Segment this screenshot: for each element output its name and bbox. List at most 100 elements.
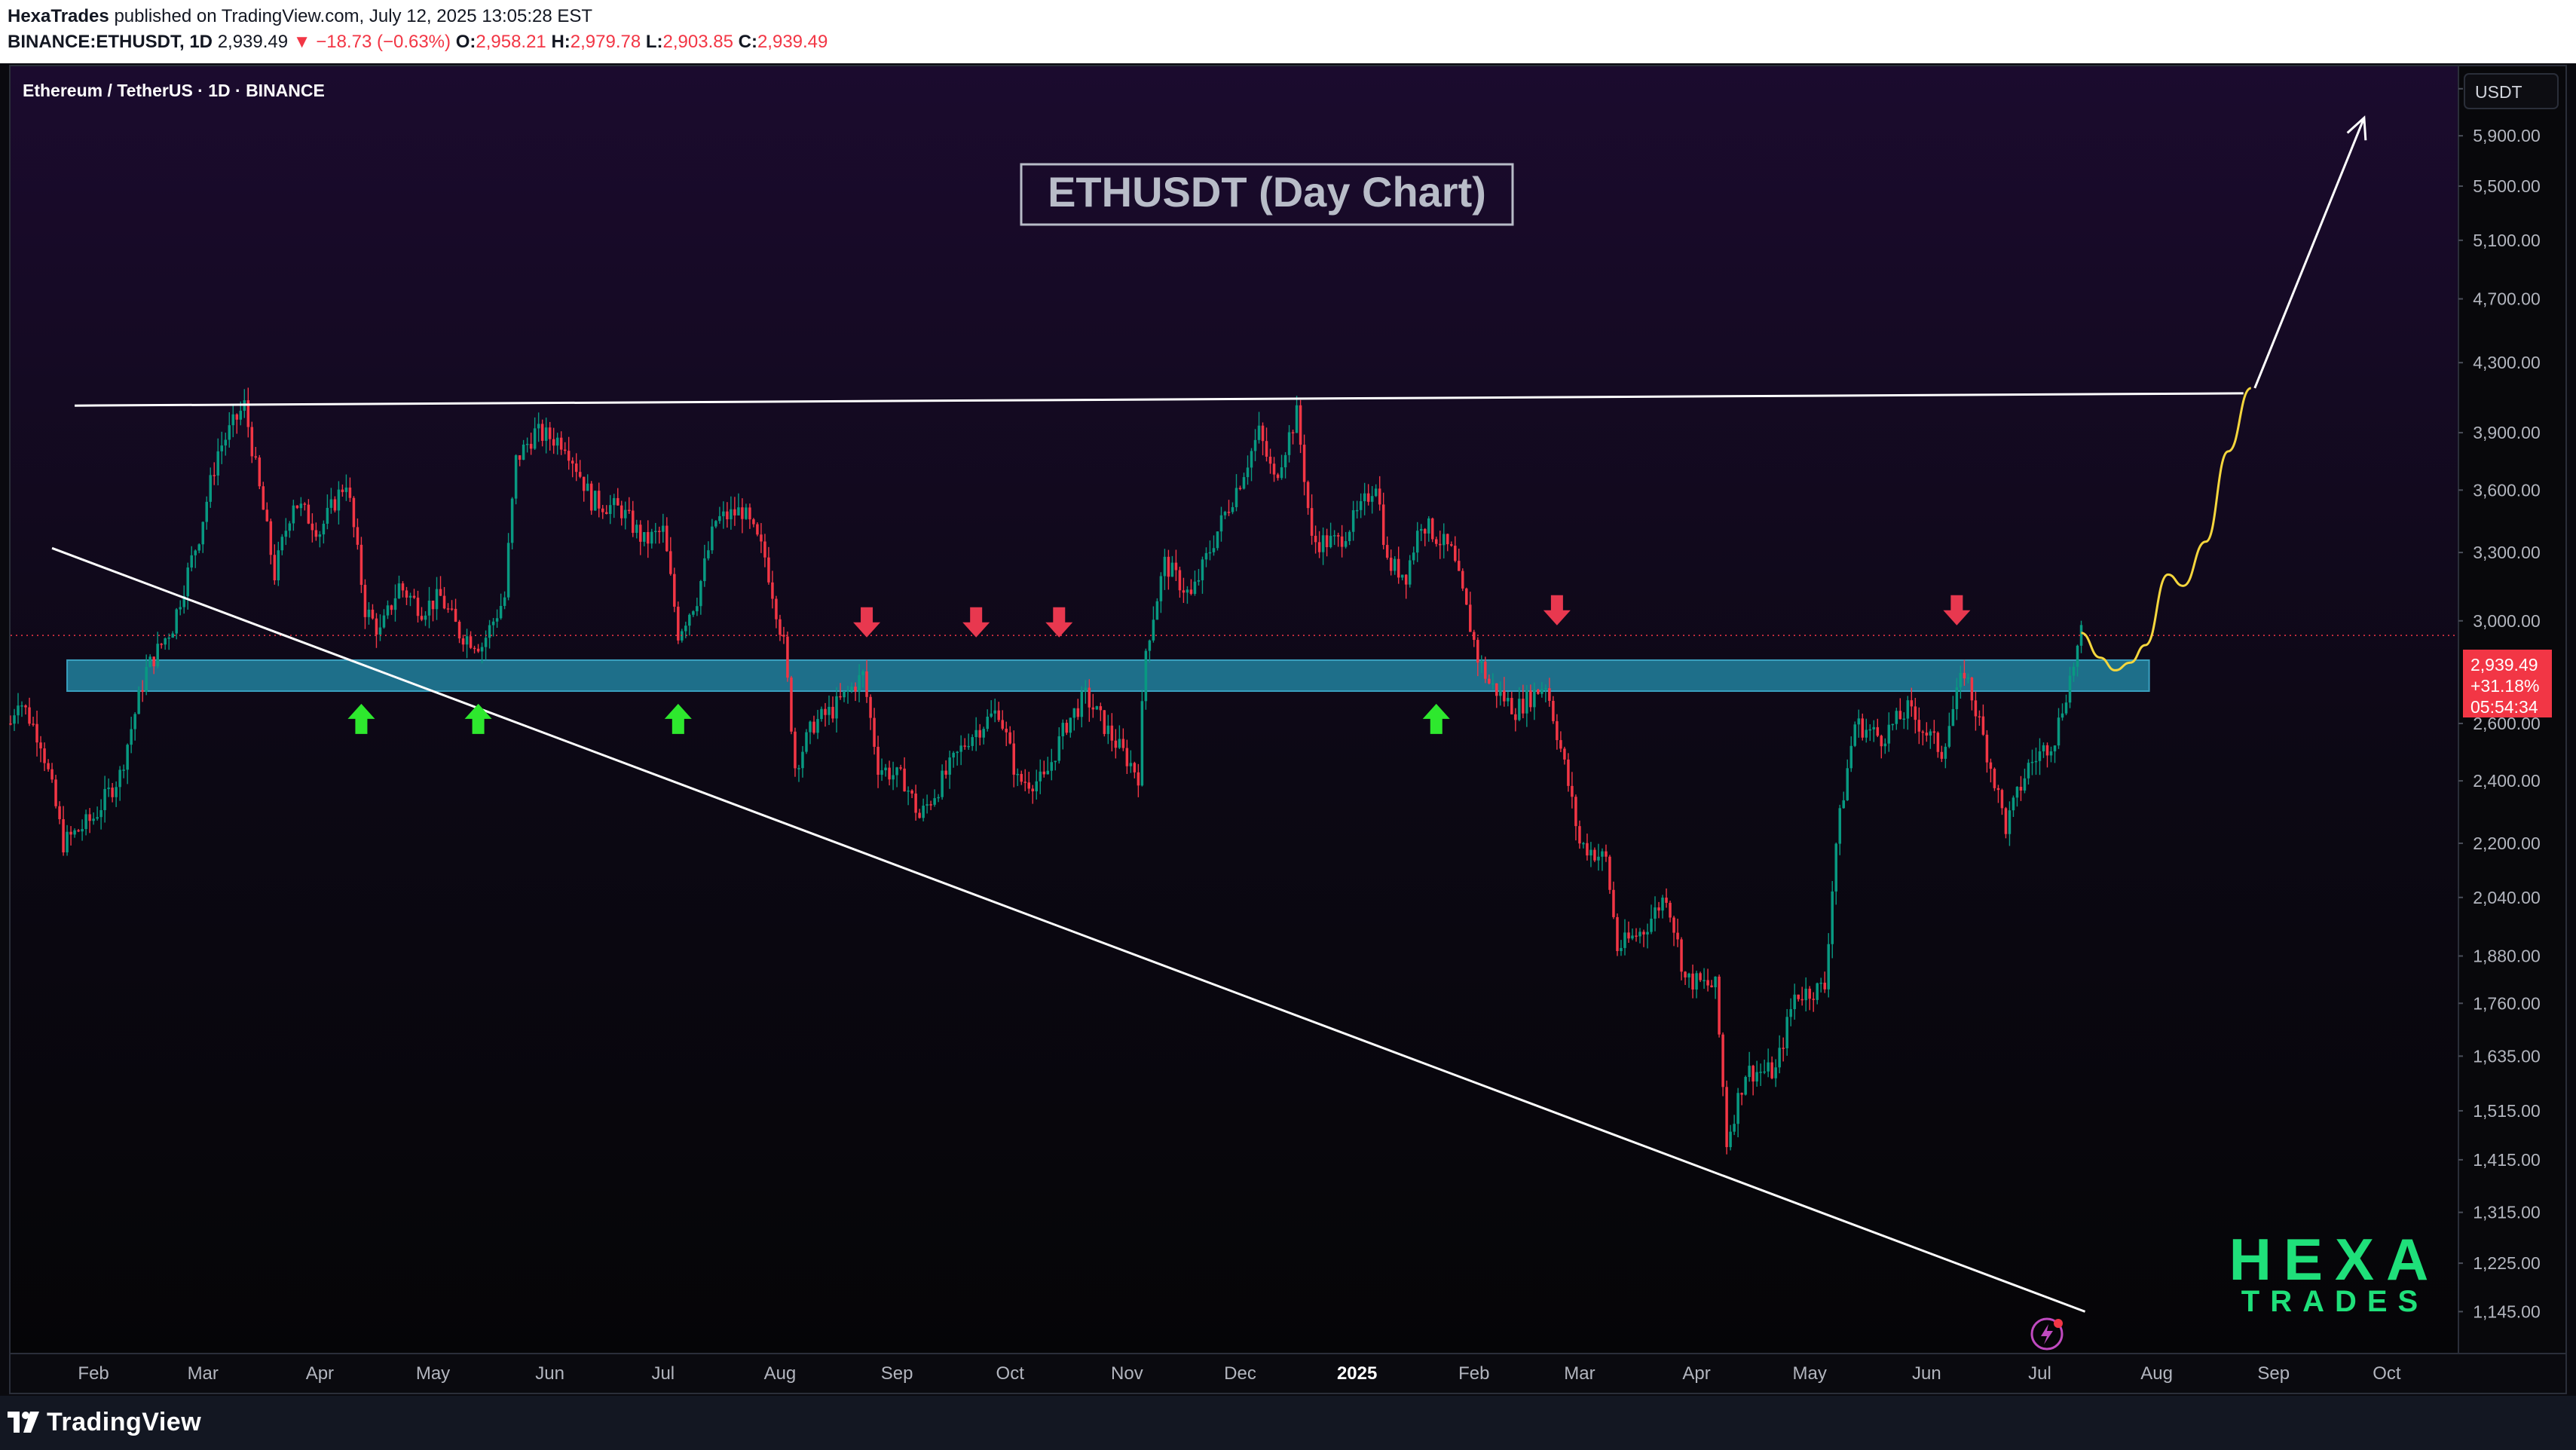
x-tick-label: Sep xyxy=(881,1363,913,1384)
candle-up xyxy=(805,732,808,752)
candle-up xyxy=(1442,534,1446,546)
candle-up xyxy=(73,830,76,835)
candle-down xyxy=(1503,690,1506,702)
candle-down xyxy=(1291,432,1295,434)
candle-down xyxy=(647,532,650,544)
candle-up xyxy=(382,615,386,628)
candle-down xyxy=(786,636,789,678)
candle-down xyxy=(1981,716,1985,735)
candle-up xyxy=(1748,1066,1751,1078)
candle-up xyxy=(1755,1072,1758,1082)
candle-down xyxy=(1782,1048,1785,1049)
candle-down xyxy=(1484,661,1487,679)
candle-down xyxy=(1423,528,1427,534)
candle-down xyxy=(1676,932,1679,940)
current-price-value: 2,939.49 xyxy=(2470,655,2538,675)
candle-down xyxy=(604,512,608,515)
candle-down xyxy=(333,499,337,511)
candle-up xyxy=(2023,778,2027,791)
candle-up xyxy=(367,609,371,617)
candle-down xyxy=(1121,739,1125,748)
candle-up xyxy=(122,769,125,771)
candle-down xyxy=(1800,999,1804,1001)
candle-up xyxy=(850,687,853,691)
candle-down xyxy=(978,730,981,738)
candle-down xyxy=(1657,907,1660,911)
candle-down xyxy=(914,793,917,813)
support-zone[interactable] xyxy=(66,659,2150,693)
candle-down xyxy=(1669,902,1672,918)
candle-up xyxy=(506,543,510,598)
candle-down xyxy=(1133,763,1137,772)
candle-up xyxy=(1804,988,1807,1001)
candle-up xyxy=(480,647,484,652)
y-tick-label: 2,200.00 xyxy=(2473,834,2541,853)
candle-up xyxy=(1955,687,1959,709)
candle-up xyxy=(1370,496,1374,502)
candle-up xyxy=(1295,405,1299,433)
candle-up xyxy=(1393,558,1397,571)
candle-down xyxy=(1001,720,1004,729)
candle-up xyxy=(612,497,616,506)
candle-down xyxy=(1567,759,1570,786)
candle-down xyxy=(1099,706,1103,711)
candle-down xyxy=(111,788,114,797)
chart-title: ETHUSDT (Day Chart) xyxy=(1048,168,1486,216)
candle-down xyxy=(1978,716,1981,717)
candle-up xyxy=(344,487,348,492)
candle-up xyxy=(1631,935,1634,939)
candle-up xyxy=(1597,856,1600,861)
candle-down xyxy=(790,678,793,732)
candle-down xyxy=(1261,425,1265,442)
candle-up xyxy=(209,475,212,502)
candle-up xyxy=(982,729,985,738)
candle-down xyxy=(69,831,72,835)
candle-up xyxy=(201,522,204,545)
candle-up xyxy=(514,455,518,499)
candle-down xyxy=(639,525,642,542)
candle-down xyxy=(371,609,375,619)
candle-down xyxy=(1439,543,1442,546)
candle-down xyxy=(869,696,872,718)
x-tick-label: Jun xyxy=(1912,1363,1941,1384)
candle-up xyxy=(1054,760,1057,763)
candle-down xyxy=(58,806,61,819)
candle-down xyxy=(839,696,842,698)
x-tick-label: Jun xyxy=(535,1363,564,1384)
candle-down xyxy=(1593,849,1596,861)
candle-up xyxy=(1834,843,1837,892)
candle-up xyxy=(1046,770,1050,775)
candle-up xyxy=(1729,1131,1732,1148)
candle-up xyxy=(544,427,548,441)
candle-up xyxy=(1774,1067,1777,1078)
candle-down xyxy=(273,555,277,581)
candle-up xyxy=(378,627,382,635)
candle-down xyxy=(669,551,672,574)
x-tick-label: Jul xyxy=(2028,1363,2051,1384)
candle-up xyxy=(2079,625,2083,646)
candle-down xyxy=(1691,973,1694,990)
candle-down xyxy=(1921,731,1925,733)
candle-down xyxy=(24,705,27,708)
candle-up xyxy=(216,451,220,476)
candle-up xyxy=(593,491,597,511)
y-tick-label: 1,415.00 xyxy=(2473,1150,2541,1170)
candle-down xyxy=(589,483,593,511)
candle-up xyxy=(1159,576,1163,601)
price-chart[interactable]: 6,300.005,900.005,500.005,100.004,700.00… xyxy=(0,0,2576,1450)
candle-down xyxy=(567,451,571,461)
candle-down xyxy=(1114,740,1118,748)
candle-down xyxy=(363,585,367,617)
tradingview-logo[interactable]: TradingView xyxy=(8,1405,201,1439)
candle-up xyxy=(1351,510,1355,532)
candle-down xyxy=(548,427,552,439)
candle-down xyxy=(963,745,966,747)
candle-up xyxy=(692,611,695,615)
y-tick-label: 1,880.00 xyxy=(2473,947,2541,966)
candle-down xyxy=(1770,1062,1773,1078)
candle-down xyxy=(899,767,902,769)
y-tick-label: 3,600.00 xyxy=(2473,480,2541,500)
x-tick-label: May xyxy=(416,1363,450,1384)
candle-up xyxy=(299,503,303,509)
candle-up xyxy=(408,595,412,598)
